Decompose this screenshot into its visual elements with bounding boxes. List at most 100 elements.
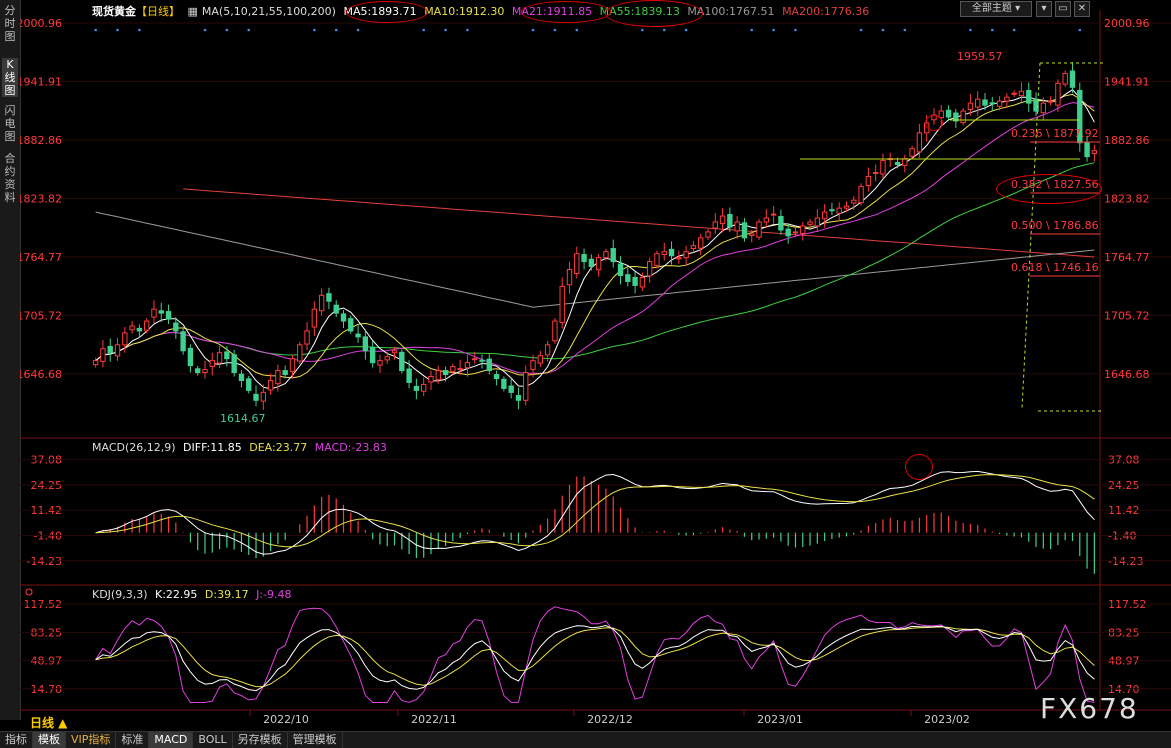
price-tick-right: 1646.68 — [1104, 368, 1150, 381]
candle-body — [421, 383, 427, 392]
candle-body — [406, 368, 412, 383]
candle-body — [1026, 89, 1032, 104]
candle-body — [1040, 102, 1047, 114]
signal-dot — [575, 28, 579, 32]
tab-vip-indicator[interactable]: VIP指标 — [66, 732, 117, 748]
candle-body — [486, 358, 492, 372]
candle-body — [989, 102, 995, 105]
tab-timeshare[interactable]: 分时图 — [2, 4, 18, 43]
candle-body — [209, 360, 215, 367]
ma55-line — [95, 162, 1095, 362]
candle-body — [493, 374, 500, 379]
candle-body — [1069, 70, 1076, 88]
candle-body — [253, 393, 259, 401]
candle-body — [282, 370, 288, 376]
candle-body — [982, 99, 988, 106]
candle-body — [391, 350, 398, 354]
tab-save-template[interactable]: 另存模板 — [233, 732, 288, 748]
macd-diff: DIFF:11.85 — [183, 441, 242, 454]
signal-dot — [662, 28, 666, 32]
ma200-line — [183, 188, 1095, 258]
price-tick-right: 1705.72 — [1104, 309, 1150, 322]
minimize-button[interactable]: ▾ — [1036, 1, 1052, 17]
candle-body — [231, 354, 237, 374]
close-button[interactable]: ✕ — [1074, 1, 1090, 17]
candle-body — [646, 261, 653, 277]
signal-dot — [859, 28, 863, 32]
candle-body — [588, 258, 595, 268]
candle-body — [698, 237, 704, 249]
tab-flash[interactable]: 闪电图 — [2, 104, 18, 143]
candle-body — [960, 110, 966, 124]
signal-dot — [247, 28, 251, 32]
candle-body — [515, 395, 522, 401]
candle-body — [136, 327, 143, 332]
candle-body — [865, 175, 872, 187]
candle-body — [625, 274, 631, 282]
tab-contract-info[interactable]: 合约资料 — [2, 152, 18, 204]
kdj-params: KDJ(9,3,3) — [92, 588, 148, 601]
candle-body — [216, 352, 223, 364]
candle-body — [668, 248, 675, 257]
candle-body — [435, 370, 441, 381]
candle-body — [180, 331, 186, 352]
candle-body — [143, 320, 150, 331]
candle-body — [289, 358, 296, 372]
candle-body — [355, 333, 361, 338]
candle-body — [530, 360, 536, 370]
period-tag: 【日线】 — [136, 5, 180, 18]
candle-body — [1084, 142, 1090, 158]
candle-body — [603, 251, 609, 259]
signal-dot — [203, 28, 207, 32]
candle-body — [676, 257, 682, 260]
candle-body — [151, 308, 157, 318]
theme-dropdown[interactable]: 全部主题 ▾ — [960, 1, 1032, 17]
fib-label: 0.236 \ 1877.92 — [1011, 127, 1099, 140]
period-selector[interactable]: 日线 ▲ — [30, 714, 67, 731]
kdj-k: K:22.95 — [155, 588, 198, 601]
candle-body — [552, 320, 558, 342]
candle-body — [1004, 96, 1010, 102]
signal-dot — [969, 28, 972, 32]
price-tick-left: 1941.91 — [20, 75, 62, 88]
candle-body — [880, 160, 886, 175]
signal-dot — [356, 28, 360, 32]
candle-body — [727, 213, 733, 228]
x-axis-label: 2023/02 — [924, 713, 970, 726]
main-legend: 现货黄金【日线】 ▦ MA(5,10,21,55,100,200) MA5:189… — [92, 3, 873, 19]
candle-body — [996, 100, 1003, 107]
highlight-macd-cross — [905, 454, 933, 480]
candle-body — [574, 253, 580, 275]
candle-body — [800, 225, 806, 234]
x-axis-label: 2022/10 — [263, 713, 309, 726]
tab-macd[interactable]: MACD — [149, 732, 194, 748]
ma-menu-icon[interactable]: ▦ — [188, 5, 198, 18]
candle-body — [158, 310, 164, 314]
candle-body — [173, 322, 179, 332]
price-chart[interactable]: 2000.96 2000.96 1941.91 1941.91 1882.86 1882.… — [20, 0, 1171, 731]
macd-diff-line — [95, 470, 1095, 555]
tab-template[interactable]: 模板 — [33, 732, 66, 748]
candle-body — [566, 269, 573, 286]
candle-body — [544, 344, 551, 356]
candle-body — [129, 325, 135, 331]
candle-body — [464, 362, 471, 369]
candle-body — [413, 385, 420, 391]
candle-body — [501, 378, 507, 389]
tab-boll[interactable]: BOLL — [193, 732, 233, 748]
candle-body — [537, 355, 544, 364]
candle-body — [749, 233, 755, 236]
tab-manage-template[interactable]: 管理模板 — [288, 732, 343, 748]
restore-button[interactable]: ▭ — [1055, 1, 1071, 17]
candle-body — [246, 378, 252, 391]
candle-body — [326, 293, 332, 302]
tab-kline[interactable]: K线图 — [2, 58, 18, 97]
candle-body — [836, 207, 842, 214]
kdj-j: J:-9.48 — [256, 588, 292, 601]
ma10-label: MA10:1912.30 — [424, 5, 505, 18]
highlight-ma55 — [605, 0, 703, 27]
tab-indicator[interactable]: 指标 — [0, 732, 33, 748]
candle-body — [1047, 100, 1054, 103]
bottom-toolbar: 指标 模板 VIP指标 标准 MACD BOLL 另存模板 管理模板 — [0, 731, 1171, 748]
tab-standard[interactable]: 标准 — [116, 732, 150, 748]
